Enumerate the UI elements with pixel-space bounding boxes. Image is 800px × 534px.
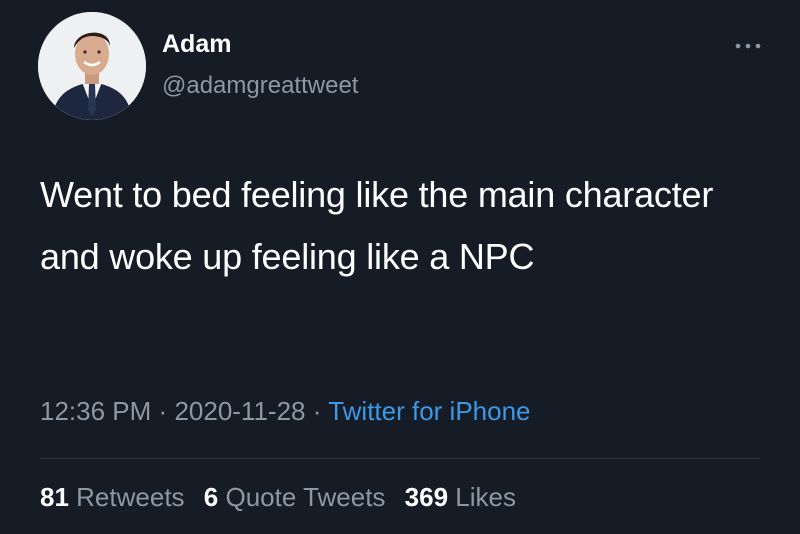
tweet-stats: 81 Retweets 6 Quote Tweets 369 Likes: [40, 482, 528, 513]
avatar[interactable]: [38, 12, 146, 120]
meta-separator: ·: [158, 396, 168, 426]
quote-tweets-label: Quote Tweets: [225, 482, 386, 512]
likes-label: Likes: [455, 482, 516, 512]
display-name[interactable]: Adam: [162, 30, 231, 59]
more-horizontal-icon: [735, 43, 761, 49]
avatar-photo: [38, 12, 146, 120]
meta-separator: ·: [312, 396, 322, 426]
retweets-label: Retweets: [76, 482, 185, 512]
quote-tweets-count: 6: [203, 482, 219, 512]
tweet-text: Went to bed feeling like the main charac…: [40, 174, 714, 277]
tweet-source-link[interactable]: Twitter for iPhone: [328, 396, 530, 426]
quote-tweets-stat[interactable]: 6 Quote Tweets: [204, 482, 386, 512]
retweets-count: 81: [40, 482, 69, 512]
divider: [40, 458, 760, 459]
more-options-button[interactable]: [728, 34, 768, 58]
tweet-detail: Adam @adamgreattweet Went to bed feeling…: [0, 0, 800, 534]
tweet-date[interactable]: 2020-11-28: [174, 396, 305, 426]
likes-count: 369: [404, 482, 449, 512]
tweet-meta: 12:36 PM · 2020-11-28 · Twitter for iPho…: [40, 396, 531, 427]
retweets-stat[interactable]: 81 Retweets: [40, 482, 185, 512]
likes-stat[interactable]: 369 Likes: [405, 482, 516, 512]
tweet-time[interactable]: 12:36 PM: [40, 396, 151, 426]
user-handle[interactable]: @adamgreattweet: [162, 72, 358, 100]
